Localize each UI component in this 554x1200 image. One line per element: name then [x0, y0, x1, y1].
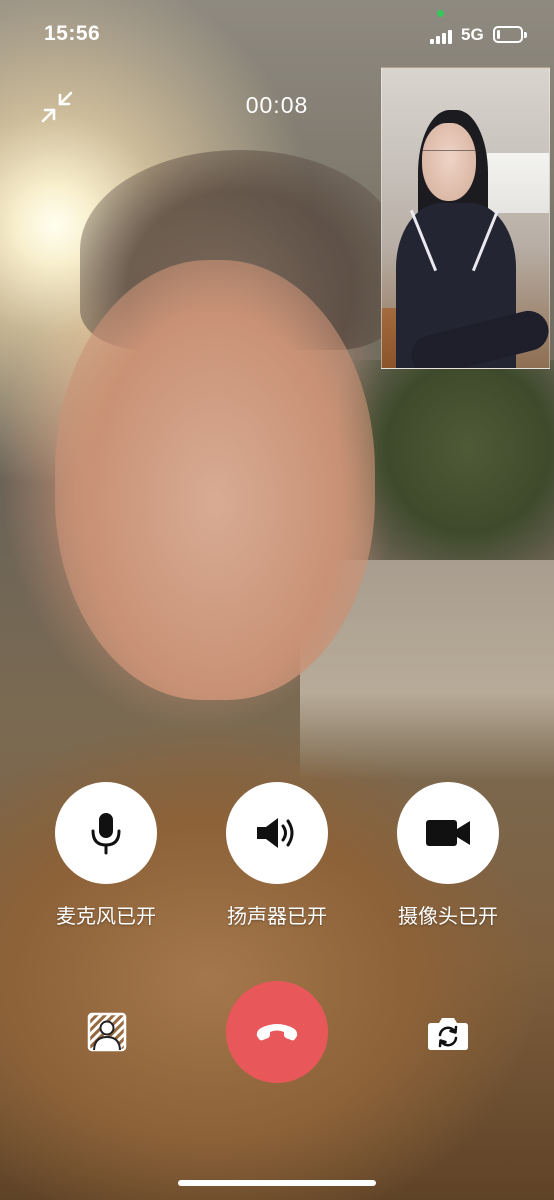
video-camera-icon: [426, 820, 470, 846]
microphone-icon: [91, 813, 121, 855]
microphone-status-label: 麦克风已开: [56, 906, 156, 928]
background-blur-icon: [87, 1012, 127, 1052]
microphone-toggle-button[interactable]: [55, 782, 157, 884]
pip-video-preview[interactable]: [381, 67, 550, 369]
camera-in-use-indicator: [437, 10, 444, 17]
switch-camera-button[interactable]: [426, 1014, 470, 1052]
switch-camera-icon: [428, 1018, 468, 1050]
speaker-icon: [257, 818, 294, 848]
network-type: 5G: [461, 25, 484, 44]
battery-level: [497, 30, 500, 39]
camera-status-label: 摄像头已开: [398, 906, 498, 928]
background-blur-button[interactable]: [86, 1011, 128, 1053]
pip-window: [479, 153, 549, 213]
signal-strength-icon: [430, 28, 454, 44]
hang-up-button[interactable]: [226, 981, 328, 1083]
status-time: 15:56: [44, 22, 101, 45]
speaker-toggle-button[interactable]: [226, 782, 328, 884]
pip-person-glasses: [420, 150, 480, 164]
home-indicator[interactable]: [178, 1180, 376, 1186]
status-bar: 15:56 5G: [0, 0, 554, 70]
video-person-face: [55, 260, 375, 700]
battery-icon: [493, 26, 527, 43]
hang-up-icon: [256, 1024, 298, 1041]
speaker-status-label: 扬声器已开: [227, 906, 327, 928]
camera-toggle-button[interactable]: [397, 782, 499, 884]
